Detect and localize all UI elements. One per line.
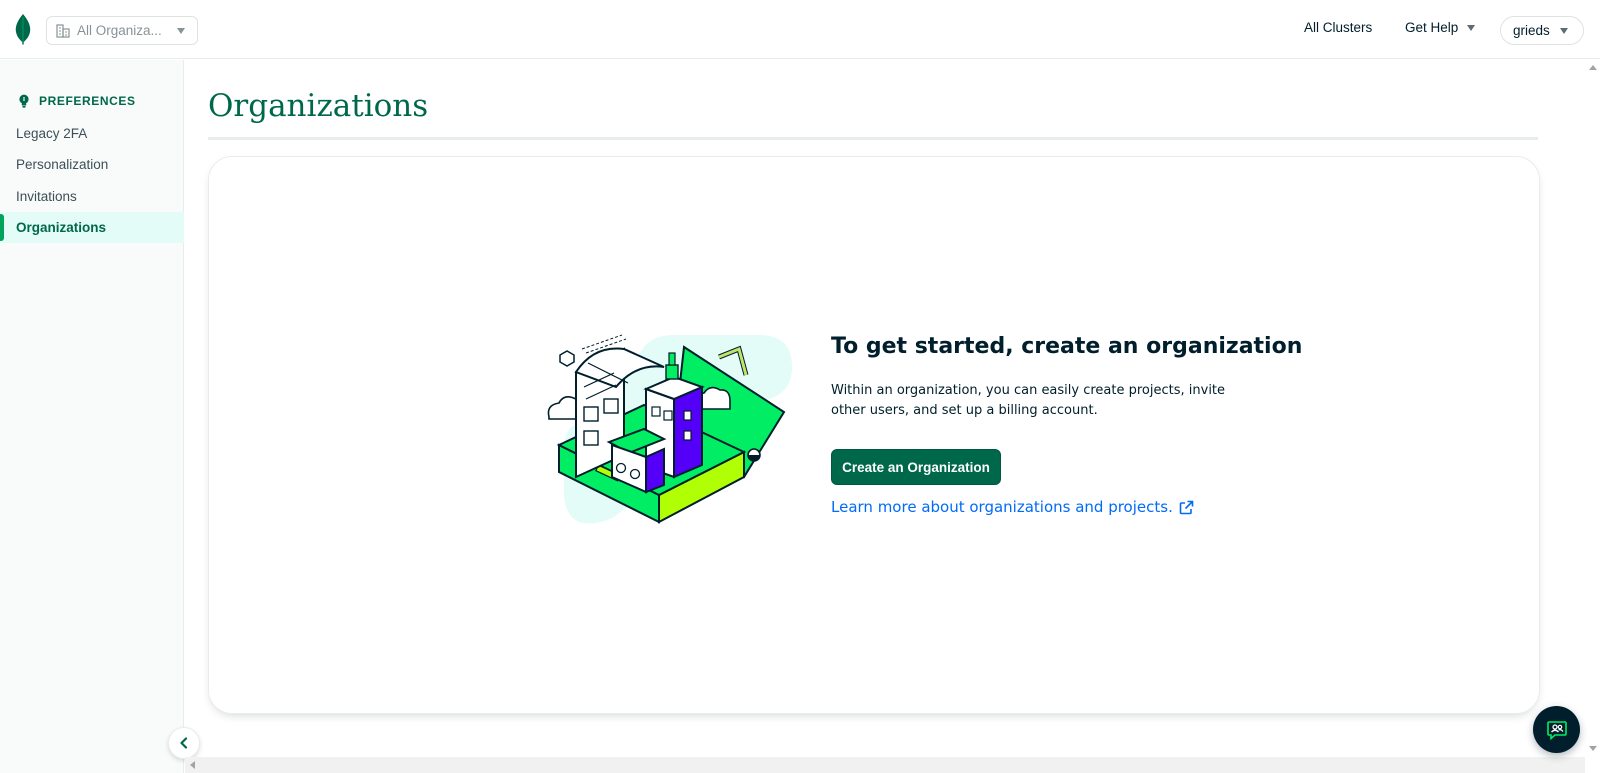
chevron-down-icon bbox=[1559, 27, 1568, 34]
get-help-menu[interactable]: Get Help bbox=[1405, 20, 1476, 35]
sidebar-item-label: Invitations bbox=[16, 189, 77, 204]
sidebar-item-organizations[interactable]: Organizations bbox=[0, 212, 184, 243]
scroll-up-arrow-icon[interactable] bbox=[1589, 65, 1597, 70]
sidebar-item-legacy-2fa[interactable]: Legacy 2FA bbox=[0, 118, 184, 149]
horizontal-scrollbar[interactable] bbox=[185, 757, 1585, 773]
sidebar-item-label: Organizations bbox=[16, 220, 107, 235]
sidebar-item-personalization[interactable]: Personalization bbox=[0, 149, 184, 180]
top-navigation-bar: All Organiza... All Clusters Get Help gr… bbox=[0, 0, 1600, 59]
empty-state-heading: To get started, create an organization bbox=[831, 334, 1303, 359]
sidebar-item-label: Legacy 2FA bbox=[16, 126, 88, 141]
scroll-left-arrow-icon[interactable] bbox=[190, 761, 195, 769]
username: grieds bbox=[1513, 23, 1550, 38]
sidebar-section-title: PREFERENCES bbox=[39, 94, 136, 108]
external-link-icon bbox=[1179, 500, 1194, 514]
empty-state-description: Within an organization, you can easily c… bbox=[831, 383, 1226, 418]
leaf-logo-icon[interactable] bbox=[14, 13, 32, 45]
organization-selector-label: All Organiza... bbox=[77, 23, 162, 38]
page-title: Organizations bbox=[208, 88, 429, 124]
main-content: Organizations To get started, create an … bbox=[185, 60, 1585, 757]
create-organization-button[interactable]: Create an Organization bbox=[831, 449, 1001, 485]
all-clusters-link[interactable]: All Clusters bbox=[1304, 20, 1372, 35]
chat-support-button[interactable] bbox=[1533, 706, 1580, 753]
lightbulb-icon bbox=[19, 94, 29, 108]
chevron-down-icon bbox=[177, 28, 185, 34]
vertical-scrollbar[interactable] bbox=[1585, 60, 1600, 757]
organization-selector[interactable]: All Organiza... bbox=[46, 16, 198, 45]
organization-illustration bbox=[547, 334, 792, 524]
get-help-label: Get Help bbox=[1405, 20, 1459, 35]
title-divider bbox=[208, 137, 1538, 140]
sidebar-item-invitations[interactable]: Invitations bbox=[0, 181, 184, 212]
learn-more-link[interactable]: Learn more about organizations and proje… bbox=[831, 498, 1194, 516]
sidebar: PREFERENCES Legacy 2FA Personalization I… bbox=[0, 60, 184, 773]
empty-state-card: To get started, create an organization W… bbox=[208, 156, 1540, 714]
sidebar-item-label: Personalization bbox=[16, 157, 109, 172]
sidebar-section-header: PREFERENCES bbox=[18, 94, 136, 108]
scroll-down-arrow-icon[interactable] bbox=[1589, 746, 1597, 751]
user-menu[interactable]: grieds bbox=[1500, 16, 1584, 45]
learn-more-link-label: Learn more about organizations and proje… bbox=[831, 498, 1173, 516]
building-icon bbox=[56, 23, 70, 38]
chevron-down-icon bbox=[1467, 24, 1476, 31]
chat-support-icon bbox=[1546, 720, 1567, 740]
